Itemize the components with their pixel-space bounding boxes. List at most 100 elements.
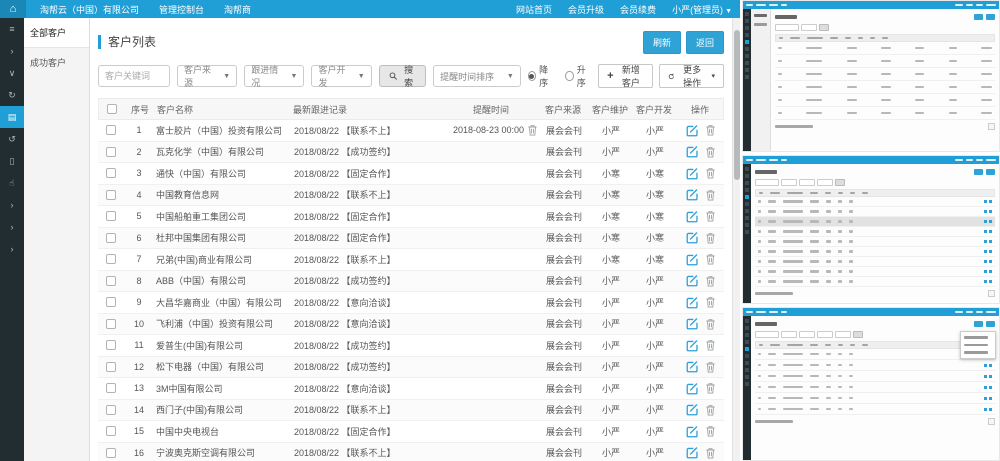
mini-delete-icon[interactable] [989,375,992,378]
mini-scroll-box[interactable] [988,290,995,297]
remind-sort-select[interactable]: 提醒时间排序▼ [433,65,521,87]
mini-edit-icon[interactable] [984,260,987,263]
mini-edit-icon[interactable] [984,408,987,411]
mini-delete-icon[interactable] [989,230,992,233]
thumbs-up-icon[interactable]: ☝ [0,172,24,194]
sign-out-icon[interactable]: ↺ [0,128,24,150]
search-button[interactable]: 搜索 [379,65,426,87]
preview-screenshot-1[interactable] [742,0,1000,152]
edit-icon[interactable] [686,446,699,459]
menu-icon[interactable]: ≡ [0,18,24,40]
customer-list-icon[interactable]: ▤ [0,106,24,128]
edit-icon[interactable] [686,210,699,223]
remind-delete-icon[interactable] [527,124,538,136]
home-icon[interactable]: ⌂ [0,0,26,18]
mini-delete-icon[interactable] [989,250,992,253]
desc-radio[interactable]: 降序 [528,63,554,89]
mini-search-button[interactable] [853,331,863,338]
delete-icon[interactable] [705,146,716,158]
mini-search-button[interactable] [835,179,845,186]
more-operations-button[interactable]: 更多操作▾ [659,64,724,88]
mini-edit-icon[interactable] [984,230,987,233]
mini-select[interactable] [817,331,833,338]
row-checkbox[interactable] [106,319,116,329]
mini-button[interactable] [986,321,995,327]
mini-edit-icon[interactable] [984,270,987,273]
edit-icon[interactable] [686,188,699,201]
row-checkbox[interactable] [106,125,116,135]
preview-screenshot-2[interactable] [742,155,1000,304]
delete-icon[interactable] [705,210,716,222]
mini-delete-icon[interactable] [989,260,992,263]
mini-edit-icon[interactable] [984,375,987,378]
mini-button[interactable] [986,14,995,20]
mini-input[interactable] [755,331,779,338]
row-checkbox[interactable] [106,297,116,307]
mini-input[interactable] [755,179,779,186]
sidebar-item-success-customers[interactable]: 成功客户 [24,48,89,77]
edit-icon[interactable] [686,145,699,158]
shop-link[interactable]: 淘帮商 [224,3,251,16]
develop-select[interactable]: 客户开发▼ [311,65,371,87]
refresh-button[interactable]: 刷新 [643,31,681,54]
site-home-link[interactable]: 网站首页 [516,3,552,16]
mini-select[interactable] [801,24,817,31]
edit-icon[interactable] [686,425,699,438]
row-checkbox[interactable] [106,190,116,200]
user-dropdown[interactable]: 小严(管理员)▼ [672,3,732,16]
delete-icon[interactable] [705,167,716,179]
delete-icon[interactable] [705,296,716,308]
mini-delete-icon[interactable] [989,240,992,243]
row-checkbox[interactable] [106,254,116,264]
mini-edit-icon[interactable] [984,240,987,243]
preview-screenshot-3[interactable] [742,307,1000,461]
mini-edit-icon[interactable] [984,250,987,253]
row-checkbox[interactable] [106,147,116,157]
mini-button[interactable] [974,321,983,327]
delete-icon[interactable] [705,361,716,373]
mini-delete-icon[interactable] [989,397,992,400]
source-select[interactable]: 客户来源▼ [177,65,237,87]
edit-icon[interactable] [686,167,699,180]
delete-icon[interactable] [705,275,716,287]
edit-icon[interactable] [686,317,699,330]
edit-icon[interactable] [686,403,699,416]
delete-icon[interactable] [705,382,716,394]
delete-icon[interactable] [705,447,716,459]
back-button[interactable]: 返回 [686,31,724,54]
mini-edit-icon[interactable] [984,210,987,213]
add-customer-button[interactable]: +新增客户 [598,64,653,88]
mini-edit-icon[interactable] [984,386,987,389]
trash-icon[interactable]: ▯ [0,150,24,172]
edit-icon[interactable] [686,274,699,287]
mini-edit-icon[interactable] [984,397,987,400]
mini-delete-icon[interactable] [989,364,992,367]
mini-button[interactable] [986,169,995,175]
row-checkbox[interactable] [106,340,116,350]
member-upgrade-link[interactable]: 会员升级 [568,3,604,16]
mini-delete-icon[interactable] [989,386,992,389]
delete-icon[interactable] [705,189,716,201]
mini-edit-icon[interactable] [984,220,987,223]
row-checkbox[interactable] [106,168,116,178]
chevron-right-icon-5[interactable]: › [0,238,24,260]
mini-button[interactable] [974,169,983,175]
mini-select[interactable] [799,179,815,186]
row-checkbox[interactable] [106,233,116,243]
mini-edit-icon[interactable] [984,280,987,283]
row-checkbox[interactable] [106,426,116,436]
mini-select[interactable] [817,179,833,186]
edit-icon[interactable] [686,253,699,266]
mini-scroll-box[interactable] [988,418,995,425]
row-checkbox[interactable] [106,211,116,221]
sidebar-item-all-customers[interactable]: 全部客户 [24,18,89,48]
edit-icon[interactable] [686,231,699,244]
mini-edit-icon[interactable] [984,364,987,367]
asc-radio[interactable]: 升序 [565,63,591,89]
mini-input[interactable] [775,24,799,31]
delete-icon[interactable] [705,339,716,351]
row-checkbox[interactable] [106,448,116,458]
mini-edit-icon[interactable] [984,200,987,203]
mini-delete-icon[interactable] [989,220,992,223]
mini-delete-icon[interactable] [989,408,992,411]
